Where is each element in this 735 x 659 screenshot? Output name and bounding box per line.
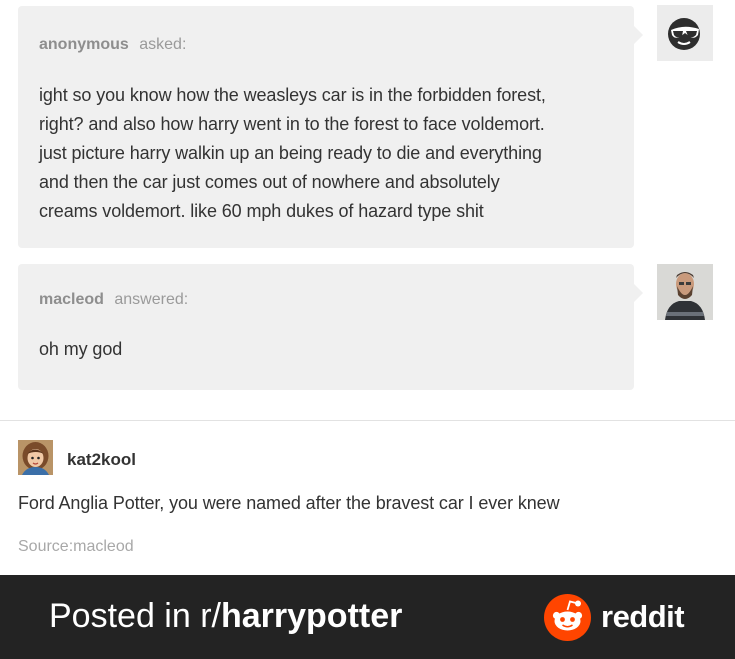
- question-text: ight so you know how the weasleys car is…: [39, 81, 614, 226]
- cartoon-girl-avatar-icon: [18, 440, 53, 475]
- source-link[interactable]: Source:macleod: [18, 538, 134, 556]
- footer-banner: Posted in r/harrypotter reddit: [0, 575, 735, 659]
- question-line: right? and also how harry went in to the…: [39, 114, 545, 134]
- answer-text: oh my god: [39, 339, 123, 359]
- ask-action: asked:: [139, 36, 187, 53]
- question-line: just picture harry walkin up an being re…: [39, 143, 542, 163]
- macleod-avatar[interactable]: [657, 264, 713, 320]
- posted-in-label: Posted in r/harrypotter: [49, 597, 402, 636]
- answer-meta: macleod answered:: [39, 291, 614, 309]
- reddit-alien-icon: [544, 594, 591, 641]
- asker-name[interactable]: anonymous: [39, 36, 129, 53]
- answerer-name[interactable]: macleod: [39, 291, 104, 308]
- anonymous-avatar[interactable]: [657, 5, 713, 61]
- reblog-text: Ford Anglia Potter, you were named after…: [18, 493, 560, 513]
- kat2kool-avatar[interactable]: [18, 440, 53, 475]
- bearded-man-avatar-icon: [657, 264, 713, 320]
- sunglasses-avatar-icon: [657, 5, 713, 61]
- ask-meta: anonymous asked:: [39, 36, 614, 54]
- divider: [0, 420, 735, 421]
- reddit-wordmark: reddit: [601, 599, 685, 634]
- answer-bubble: macleod answered: oh my god: [18, 264, 643, 390]
- reblogger-name[interactable]: kat2kool: [67, 450, 136, 470]
- answer-action: answered:: [114, 291, 189, 308]
- posted-prefix: Posted in r/: [49, 597, 221, 635]
- question-line: creams voldemort. like 60 mph dukes of h…: [39, 201, 484, 221]
- subreddit-name[interactable]: harrypotter: [221, 597, 402, 635]
- question-line: ight so you know how the weasleys car is…: [39, 85, 546, 105]
- question-line: and then the car just comes out of nowhe…: [39, 172, 500, 192]
- ask-bubble: anonymous asked: ight so you know how th…: [18, 6, 643, 248]
